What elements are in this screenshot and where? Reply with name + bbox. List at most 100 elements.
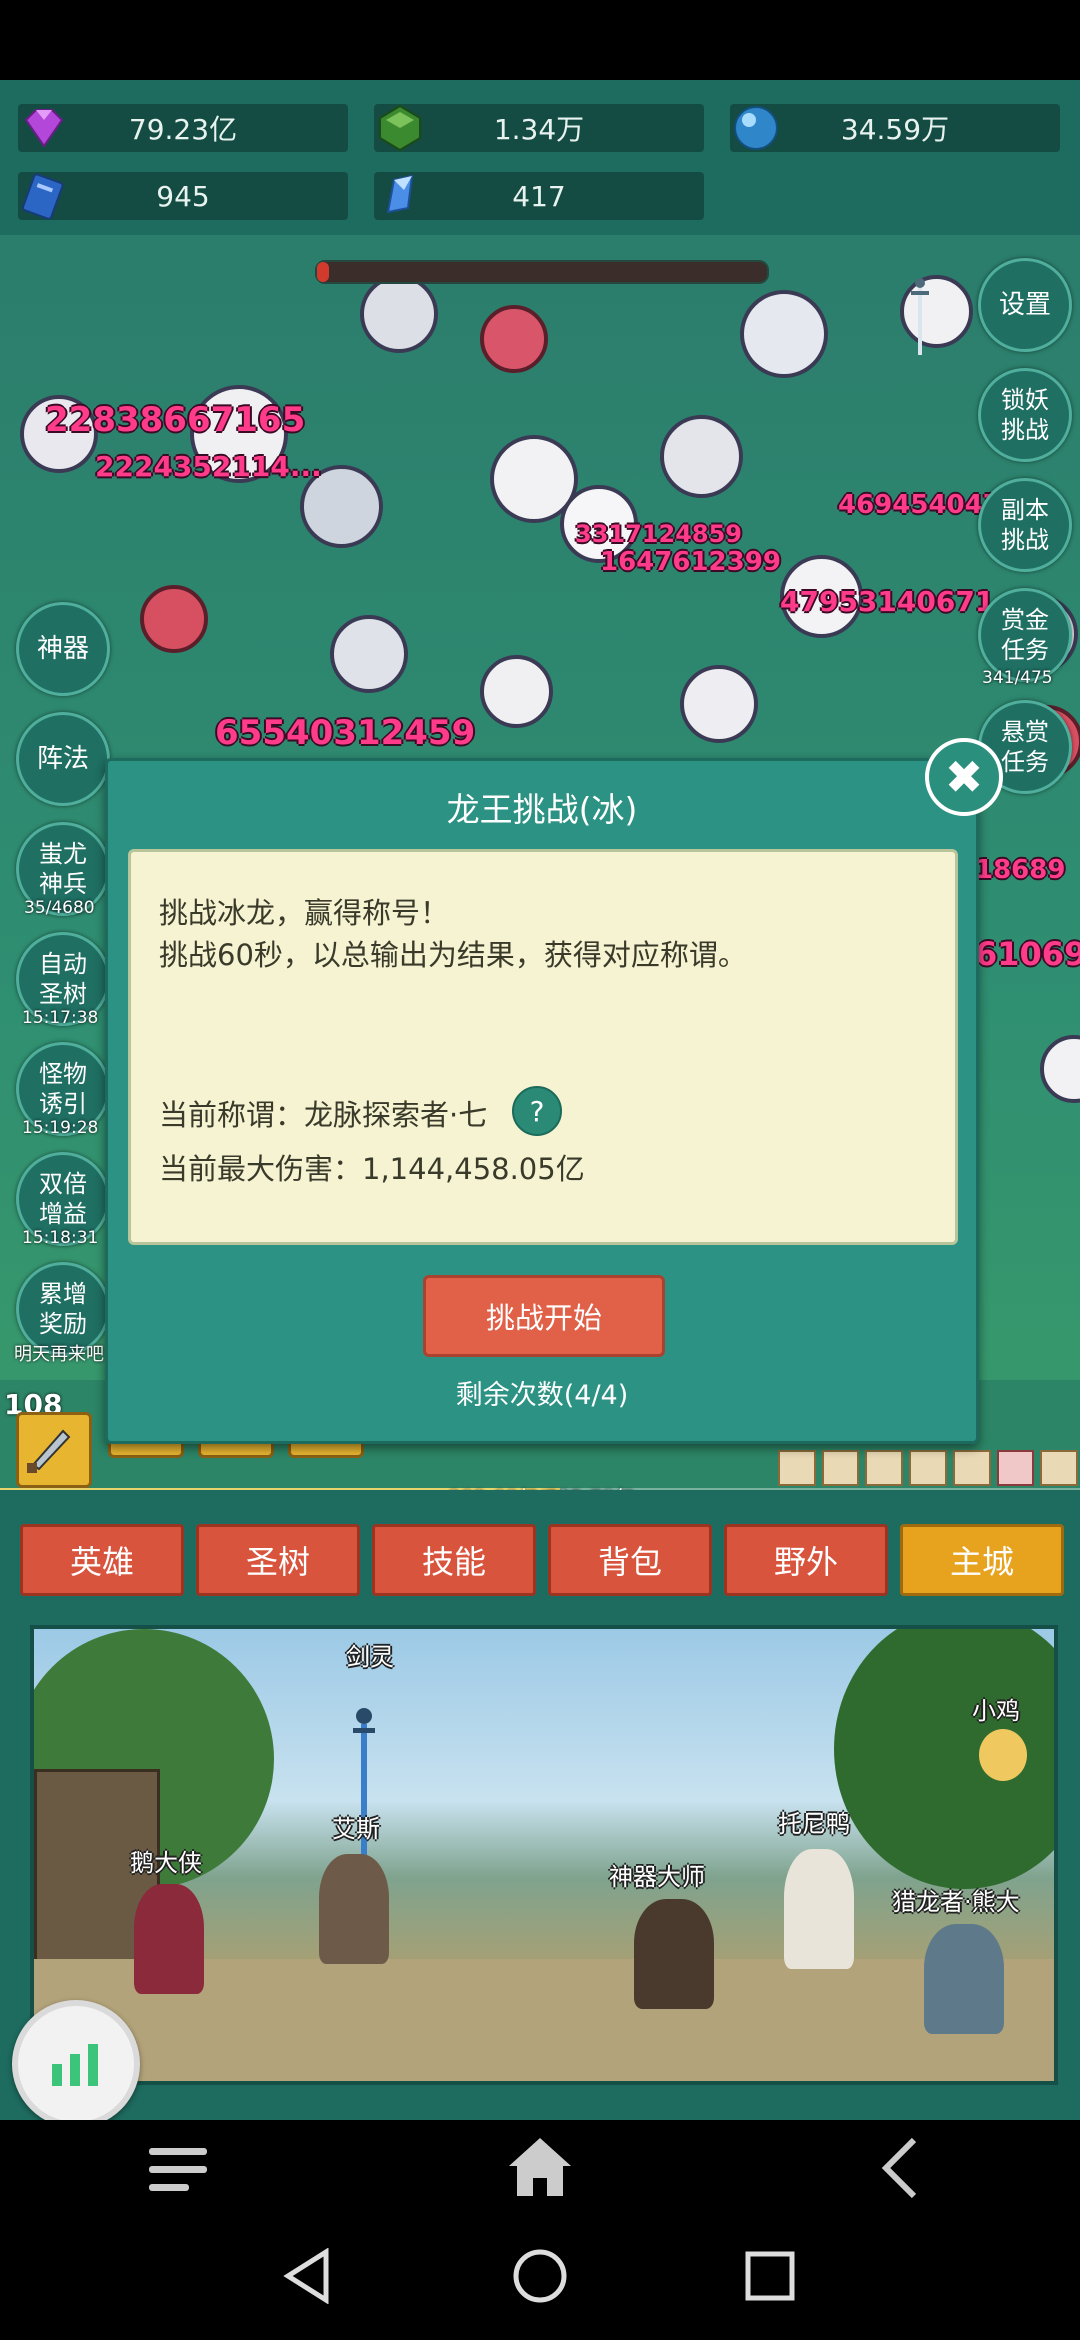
scroll-icon <box>1040 1450 1079 1486</box>
back-chevron-icon[interactable] <box>880 2136 920 2200</box>
spirit-sword-icon <box>353 1708 375 1869</box>
boss-hp-bar <box>315 260 769 284</box>
npc-label-sword-spirit[interactable]: 剑灵 <box>346 1637 394 1672</box>
current-title: 当前称谓：龙脉探索者·七 <box>159 1098 488 1132</box>
dragon-challenge-dialog: 龙王挑战(冰) 挑战冰龙，赢得称号！ 挑战60秒，以总输出为结果，获得对应称谓。… <box>105 758 979 1444</box>
scroll-icon <box>821 1450 860 1486</box>
dialog-line-2: 挑战60秒，以总输出为结果，获得对应称谓。 <box>159 938 747 972</box>
home-icon[interactable] <box>505 2134 575 2200</box>
npc-label-goose-hero[interactable]: 鹅大侠 <box>130 1843 202 1878</box>
dialog-title: 龙王挑战(冰) <box>446 790 638 829</box>
damage-number: 65540312459 <box>215 713 476 753</box>
npc-label-tony-duck[interactable]: 托尼鸭 <box>778 1804 850 1839</box>
tab-backpack[interactable]: 背包 <box>548 1524 712 1596</box>
tab-wilds[interactable]: 野外 <box>724 1524 888 1596</box>
damage-number: 18689 <box>975 855 1066 885</box>
damage-number: 469454047 <box>838 490 1001 520</box>
help-icon[interactable]: ? <box>512 1086 562 1136</box>
status-bar <box>0 0 1080 80</box>
bounty-task-count: 341/475 <box>982 668 1053 688</box>
npc-label-chick[interactable]: 小鸡 <box>972 1691 1020 1726</box>
monster <box>660 415 743 498</box>
damage-number: 47953140671 <box>780 585 995 618</box>
monster-lure-timer: 15:19:28 <box>22 1118 99 1138</box>
chiyou-weapon-count: 35/4680 <box>24 898 95 918</box>
purple-gem-icon <box>24 109 64 148</box>
damage-number: 3317124859 <box>575 520 742 548</box>
dagger-icon <box>27 1429 71 1473</box>
demon-lock-challenge-button[interactable]: 锁妖挑战 <box>978 368 1072 462</box>
goose-hero-character[interactable] <box>134 1884 204 1994</box>
item-icons <box>778 1450 1079 1486</box>
npc-label-dragon-hunter[interactable]: 猎龙者·熊大 <box>892 1882 1020 1917</box>
start-challenge-button[interactable]: 挑战开始 <box>423 1275 665 1357</box>
resource-gems: 79.23亿 <box>18 104 348 152</box>
max-damage: 当前最大伤害：1,144,458.05亿 <box>159 1152 585 1186</box>
close-icon[interactable]: ✖ <box>925 738 1003 816</box>
artifact-button[interactable]: 神器 <box>16 602 110 696</box>
npc-label-artifact-master[interactable]: 神器大师 <box>609 1857 705 1892</box>
tab-main-city[interactable]: 主城 <box>900 1524 1064 1596</box>
damage-number: 22838667165 <box>45 400 306 440</box>
scroll-icon <box>865 1450 904 1486</box>
menu-icon[interactable] <box>145 2142 211 2198</box>
stats-float-button[interactable] <box>12 2000 140 2128</box>
navigation-bar <box>0 2120 1080 2340</box>
green-gem-icon <box>379 104 421 152</box>
monster <box>680 665 758 743</box>
monster <box>330 615 408 693</box>
scroll-icon <box>952 1450 991 1486</box>
cumulative-reward-status: 明天再来吧 <box>14 1344 104 1365</box>
artifact-master-character[interactable] <box>634 1899 714 2009</box>
remaining-attempts: 剩余次数(4/4) <box>455 1380 629 1411</box>
boss-hp-fill <box>317 262 329 282</box>
monster <box>480 655 553 728</box>
dialog-content: 挑战冰龙，赢得称号！ 挑战60秒，以总输出为结果，获得对应称谓。 当前称谓：龙脉… <box>128 849 958 1245</box>
system-recents-icon[interactable] <box>744 2250 796 2302</box>
chick-character[interactable] <box>979 1729 1027 1781</box>
crystal-value: 417 <box>512 179 566 213</box>
sword-icon <box>911 278 929 355</box>
tab-skills[interactable]: 技能 <box>372 1524 536 1596</box>
dialog-line-1: 挑战冰龙，赢得称号！ <box>159 896 450 930</box>
blue-orb-icon <box>734 106 778 150</box>
blue-crystal-icon <box>386 174 414 214</box>
tony-duck-character[interactable] <box>784 1849 854 1969</box>
system-back-icon[interactable] <box>282 2248 332 2304</box>
gems-value: 79.23亿 <box>128 113 238 146</box>
orb-value: 34.59万 <box>840 113 950 146</box>
auto-tree-timer: 15:17:38 <box>22 1008 99 1028</box>
resource-book: 945 <box>18 172 348 220</box>
ace-character[interactable] <box>319 1854 389 1964</box>
main-tabs: 英雄 圣树 技能 背包 野外 主城 <box>0 1490 1080 1620</box>
damage-number: 1647612399 <box>600 547 781 577</box>
monster <box>140 585 208 653</box>
monster <box>740 290 828 378</box>
settings-button[interactable]: 设置 <box>978 258 1072 352</box>
monster <box>480 305 548 373</box>
skill-slot[interactable] <box>16 1412 92 1488</box>
resource-green: 1.34万 <box>374 104 704 152</box>
npc-label-ace[interactable]: 艾斯 <box>332 1809 380 1844</box>
double-buff-timer: 15:18:31 <box>22 1228 99 1248</box>
resource-orb: 34.59万 <box>730 104 1060 152</box>
damage-number: 2224352114... <box>95 450 322 483</box>
tab-sacred-tree[interactable]: 圣树 <box>196 1524 360 1596</box>
tab-heroes[interactable]: 英雄 <box>20 1524 184 1596</box>
monster <box>1040 1035 1080 1103</box>
dungeon-challenge-button[interactable]: 副本挑战 <box>978 478 1072 572</box>
resource-bar: 79.23亿 1.34万 34.59万 945 417 <box>0 80 1080 235</box>
scroll-icon <box>778 1450 816 1486</box>
dragon-hunter-character[interactable] <box>924 1924 1004 2034</box>
system-home-icon[interactable] <box>512 2248 568 2304</box>
main-city-scene: 剑灵 小鸡 艾斯 托尼鸭 鹅大侠 神器大师 猎龙者·熊大 <box>30 1625 1058 2085</box>
monster <box>360 275 438 353</box>
scroll-icon <box>909 1450 947 1486</box>
bar-chart-icon <box>52 2044 98 2086</box>
book-value: 945 <box>156 179 210 213</box>
scroll-icon <box>996 1450 1035 1486</box>
green-value: 1.34万 <box>493 113 585 146</box>
formation-button[interactable]: 阵法 <box>16 712 110 806</box>
damage-number: 610690 <box>975 935 1080 973</box>
blue-book-icon <box>21 173 64 220</box>
